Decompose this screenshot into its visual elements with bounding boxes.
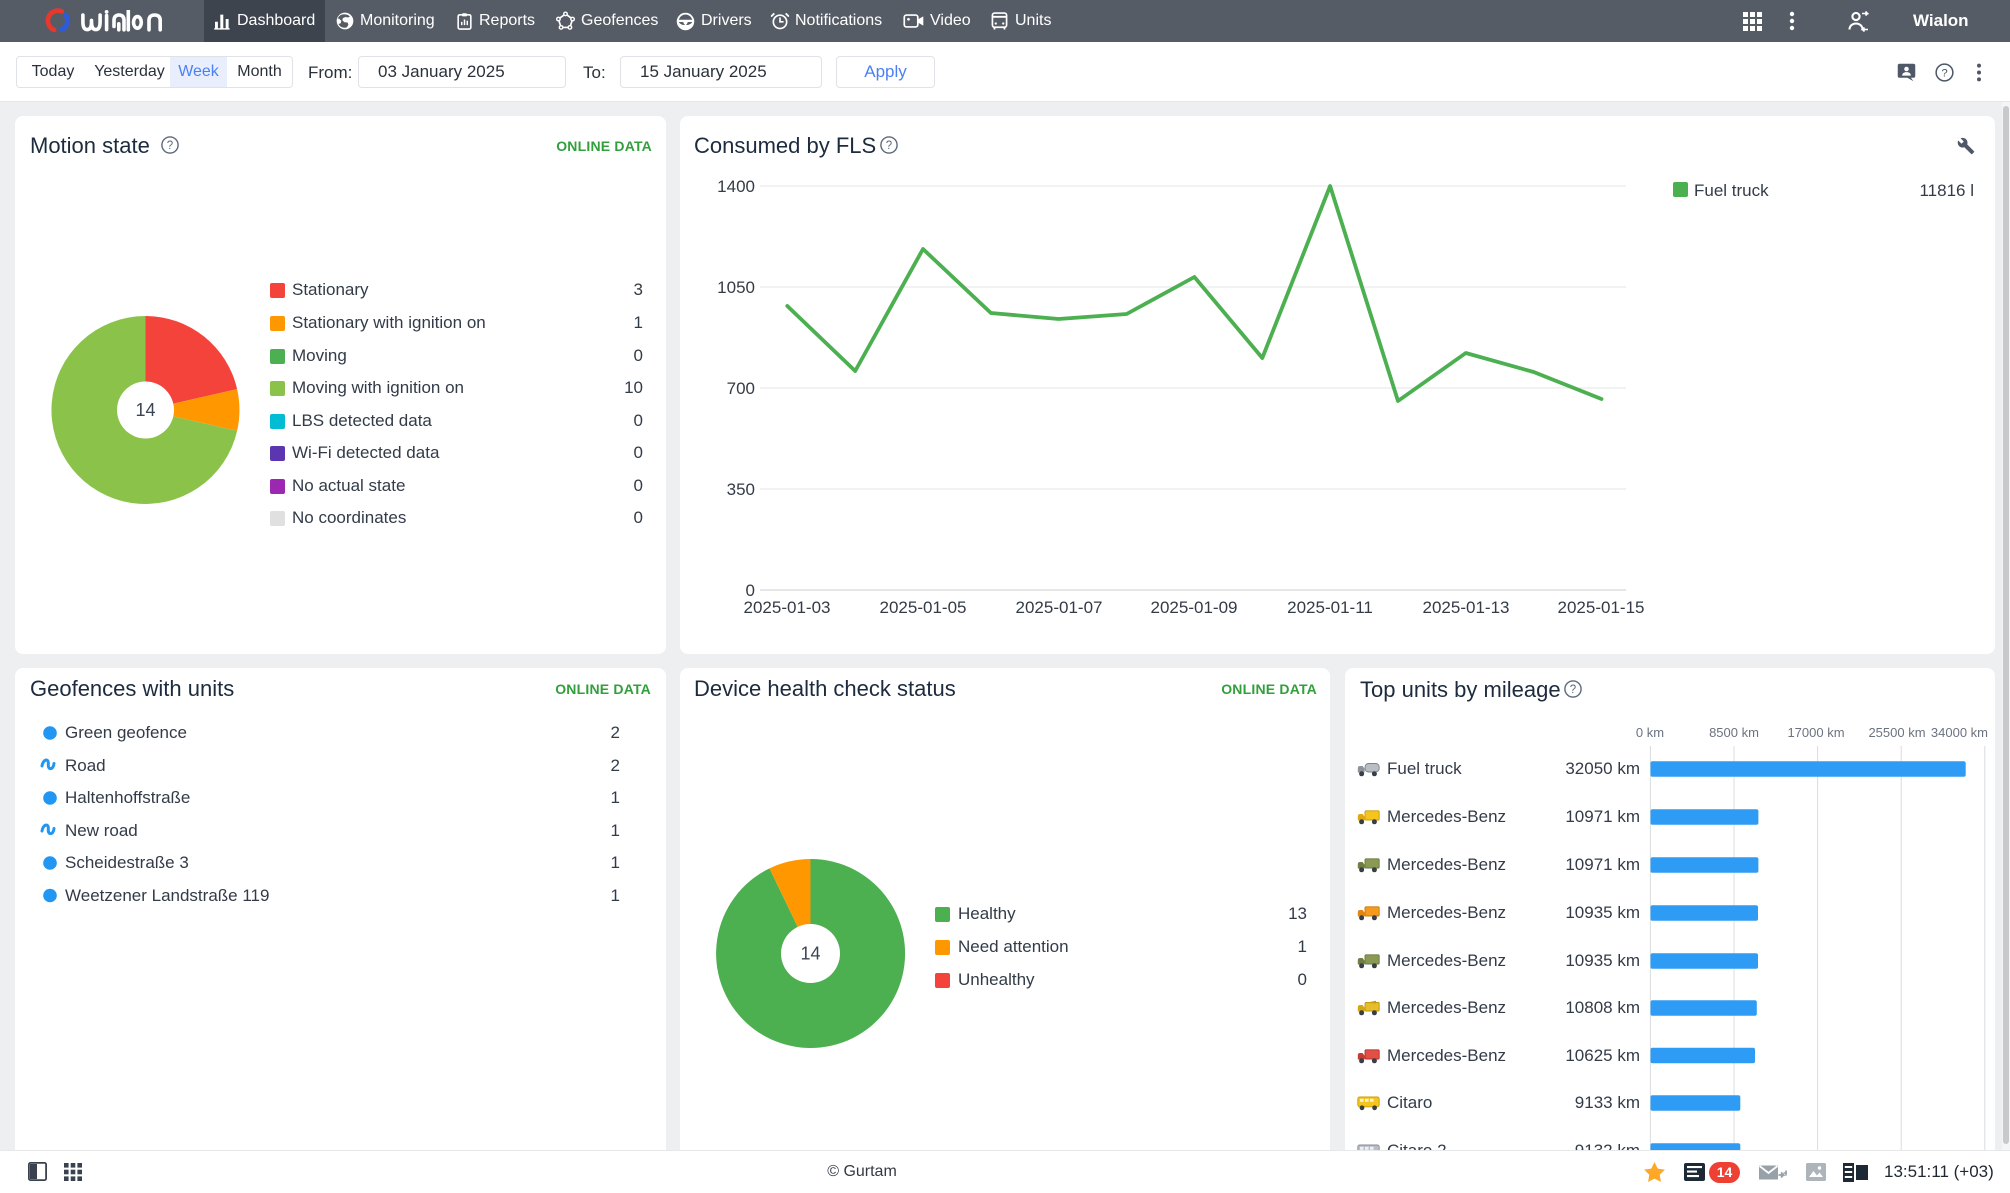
svg-text:2025-01-05: 2025-01-05 [880, 598, 967, 617]
svg-text:2025-01-03: 2025-01-03 [744, 598, 831, 617]
svg-text:11816 l: 11816 l [1919, 181, 1974, 200]
svg-text:0 km: 0 km [1636, 725, 1664, 740]
svg-text:350: 350 [727, 480, 755, 499]
svg-text:14: 14 [800, 944, 820, 964]
svg-text:2025-01-09: 2025-01-09 [1151, 598, 1238, 617]
svg-text:2025-01-15: 2025-01-15 [1558, 598, 1645, 617]
svg-text:700: 700 [727, 379, 755, 398]
svg-text:2025-01-11: 2025-01-11 [1287, 598, 1373, 617]
svg-text:2025-01-07: 2025-01-07 [1016, 598, 1103, 617]
svg-text:1400: 1400 [717, 177, 755, 196]
svg-text:8500 km: 8500 km [1709, 725, 1759, 740]
svg-text:34000 km: 34000 km [1931, 725, 1988, 740]
svg-text:Fuel truck: Fuel truck [1694, 181, 1769, 200]
svg-text:?: ? [1941, 68, 1947, 80]
svg-text:1050: 1050 [717, 278, 755, 297]
svg-text:25500 km: 25500 km [1868, 725, 1925, 740]
svg-text:14: 14 [135, 400, 155, 420]
svg-text:17000 km: 17000 km [1787, 725, 1844, 740]
svg-text:2025-01-13: 2025-01-13 [1423, 598, 1510, 617]
